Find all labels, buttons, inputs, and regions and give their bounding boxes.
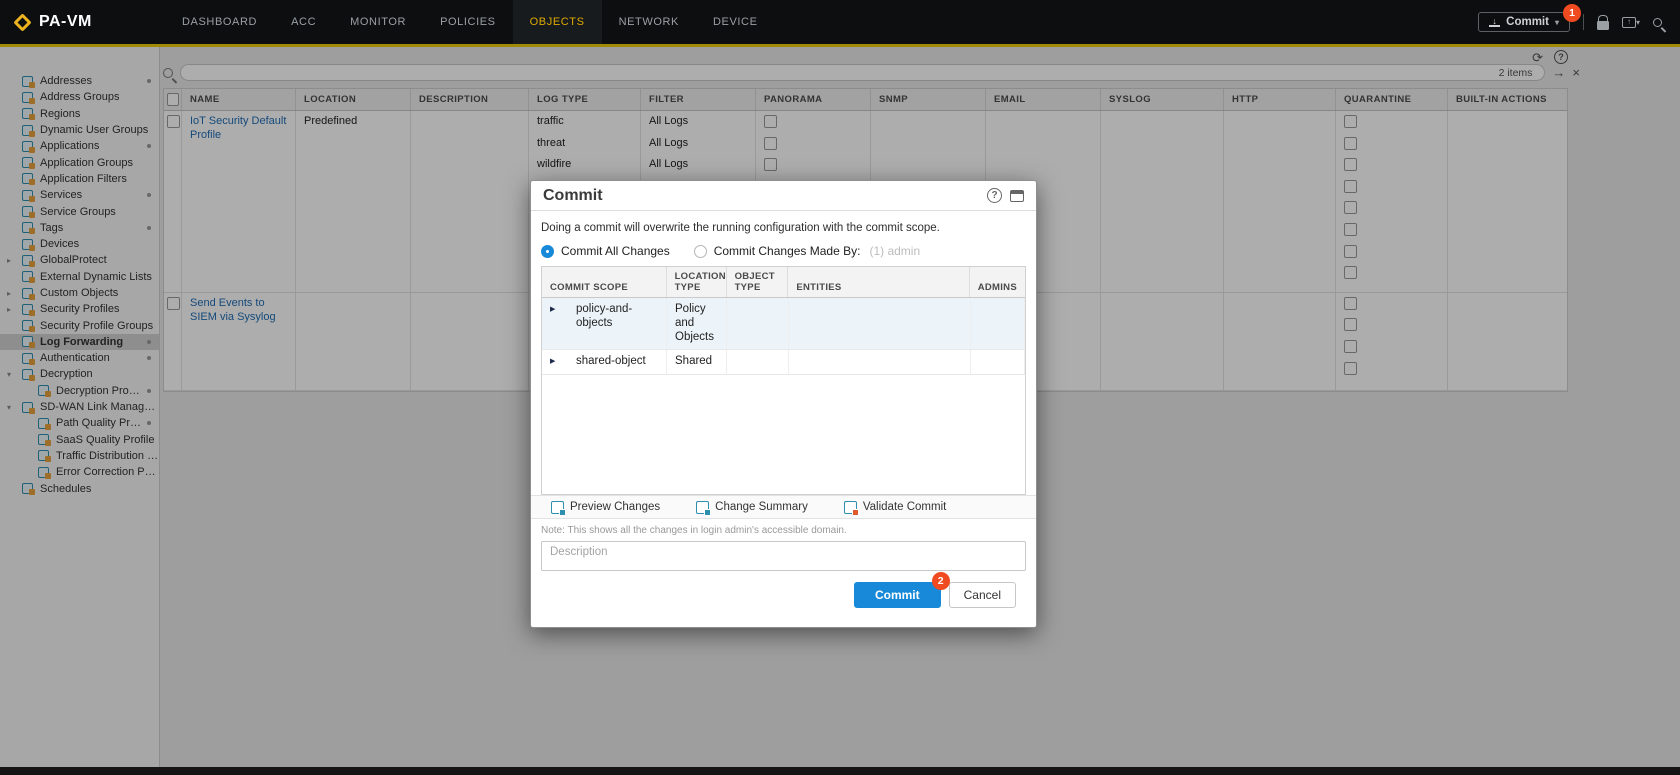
window-icon[interactable] bbox=[1010, 190, 1024, 202]
scope-row[interactable]: ▶ policy-and-objects Policy and Objects bbox=[542, 298, 1025, 350]
validate-commit[interactable]: Validate Commit bbox=[834, 501, 947, 514]
dialog-header: Commit ? bbox=[531, 181, 1036, 211]
made-by-admin-value: (1) admin bbox=[869, 244, 920, 258]
col-object-type: OBJECT TYPE bbox=[727, 267, 789, 297]
chevron-down-icon: ▾ bbox=[1555, 18, 1559, 27]
main-nav: DASHBOARDACCMONITORPOLICIESOBJECTSNETWOR… bbox=[165, 0, 775, 44]
commit-button[interactable]: Commit 2 bbox=[854, 582, 941, 608]
pending-changes-badge: 1 bbox=[1563, 4, 1581, 22]
commit-menu-button[interactable]: Commit ▾ 1 bbox=[1478, 12, 1570, 32]
radio-unselected-icon[interactable] bbox=[694, 245, 707, 258]
entities-cell bbox=[789, 350, 971, 374]
dialog-body: Doing a commit will overwrite the runnin… bbox=[531, 211, 1036, 627]
commit-icon bbox=[1489, 17, 1500, 27]
link-label: Change Summary bbox=[715, 501, 808, 513]
scope-table-header: COMMIT SCOPE LOCATION TYPE OBJECT TYPE E… bbox=[542, 267, 1025, 298]
export-config-icon[interactable]: ↑▾ bbox=[1622, 17, 1640, 28]
validate-commit-icon bbox=[844, 501, 857, 514]
change-summary-icon bbox=[696, 501, 709, 514]
commit-button-label: Commit bbox=[875, 588, 920, 602]
preview-changes[interactable]: Preview Changes bbox=[541, 501, 660, 514]
radio-selected-icon[interactable] bbox=[541, 245, 554, 258]
entities-cell bbox=[789, 298, 971, 349]
dialog-title: Commit bbox=[543, 187, 603, 205]
search-icon[interactable] bbox=[1653, 18, 1662, 27]
divider bbox=[1583, 14, 1584, 30]
config-lock-icon[interactable] bbox=[1597, 15, 1609, 30]
brand-name: PA-VM bbox=[39, 13, 92, 31]
tab-dashboard[interactable]: DASHBOARD bbox=[165, 0, 274, 44]
admins-cell bbox=[971, 298, 1025, 349]
topbar-actions: Commit ▾ 1 ↑▾ bbox=[1478, 12, 1680, 32]
scope-row[interactable]: ▶ shared-object Shared bbox=[542, 350, 1025, 375]
cancel-button[interactable]: Cancel bbox=[949, 582, 1016, 608]
col-location-type: LOCATION TYPE bbox=[667, 267, 727, 297]
tab-network[interactable]: NETWORK bbox=[602, 0, 696, 44]
commit-count-badge: 2 bbox=[932, 572, 950, 590]
object-type-cell bbox=[727, 350, 789, 374]
commit-dialog: Commit ? Doing a commit will overwrite t… bbox=[530, 180, 1037, 628]
commit-note: Note: This shows all the changes in logi… bbox=[541, 519, 1026, 541]
commit-intro-text: Doing a commit will overwrite the runnin… bbox=[541, 222, 1026, 234]
commit-menu-label: Commit bbox=[1506, 16, 1549, 28]
col-commit-scope: COMMIT SCOPE bbox=[542, 267, 667, 297]
radio-commit-all-changes[interactable]: Commit All Changes bbox=[541, 244, 670, 258]
top-bar: PA-VM DASHBOARDACCMONITORPOLICIESOBJECTS… bbox=[0, 0, 1680, 47]
help-icon[interactable]: ? bbox=[987, 188, 1002, 203]
row-expander-icon[interactable]: ▶ bbox=[550, 306, 555, 314]
radio-label: Commit All Changes bbox=[561, 244, 670, 258]
link-label: Validate Commit bbox=[863, 501, 947, 513]
scope-name: policy-and-objects bbox=[550, 303, 658, 331]
dialog-footer: Commit 2 Cancel bbox=[541, 571, 1026, 627]
admins-cell bbox=[971, 350, 1025, 374]
tab-device[interactable]: DEVICE bbox=[696, 0, 775, 44]
brand: PA-VM bbox=[0, 13, 165, 31]
commit-scope-table: COMMIT SCOPE LOCATION TYPE OBJECT TYPE E… bbox=[541, 266, 1026, 495]
tab-acc[interactable]: ACC bbox=[274, 0, 333, 44]
tab-policies[interactable]: POLICIES bbox=[423, 0, 513, 44]
change-summary[interactable]: Change Summary bbox=[686, 501, 808, 514]
col-admins: ADMINS bbox=[970, 267, 1025, 297]
scope-table-empty-area bbox=[542, 375, 1025, 494]
radio-commit-changes-made-by[interactable]: Commit Changes Made By: (1) admin bbox=[694, 244, 920, 258]
location-type-cell: Policy and Objects bbox=[667, 298, 727, 349]
object-type-cell bbox=[727, 298, 789, 349]
commit-scope-radios: Commit All Changes Commit Changes Made B… bbox=[541, 244, 1026, 258]
scope-rows: ▶ policy-and-objects Policy and Objects … bbox=[542, 298, 1025, 375]
location-type-cell: Shared bbox=[667, 350, 727, 374]
tab-monitor[interactable]: MONITOR bbox=[333, 0, 423, 44]
scope-name: shared-object bbox=[550, 355, 658, 369]
tab-objects[interactable]: OBJECTS bbox=[513, 0, 602, 44]
dialog-links-bar: Preview Changes Change Summary Validate … bbox=[531, 495, 1036, 519]
paloalto-logo-icon bbox=[13, 13, 31, 31]
description-input[interactable] bbox=[541, 541, 1026, 571]
col-entities: ENTITIES bbox=[788, 267, 969, 297]
preview-changes-icon bbox=[551, 501, 564, 514]
row-expander-icon[interactable]: ▶ bbox=[550, 358, 555, 366]
link-label: Preview Changes bbox=[570, 501, 660, 513]
radio-label: Commit Changes Made By: bbox=[714, 244, 861, 258]
